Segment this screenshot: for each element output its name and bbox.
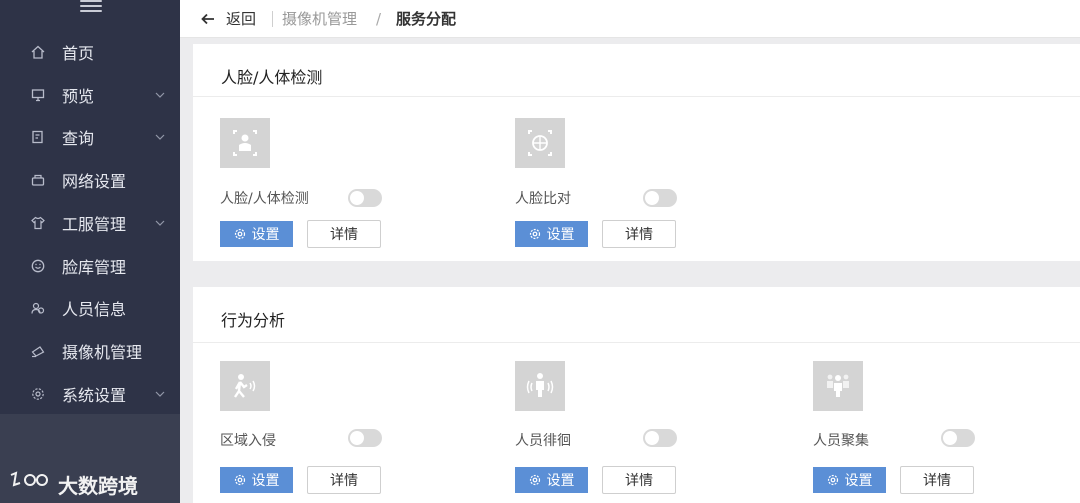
service-label: 区域入侵	[220, 433, 276, 449]
gear-icon	[529, 474, 540, 486]
sidebar-item-query[interactable]: 查询	[0, 116, 180, 158]
details-button-label: 详情	[923, 473, 951, 489]
back-button[interactable]: 返回	[226, 8, 256, 29]
sidebar-item-uniform[interactable]: 工服管理	[0, 202, 180, 244]
breadcrumb-service-allocation: 服务分配	[396, 10, 457, 28]
sidebar-item-label: 人员信息	[62, 300, 127, 319]
service-toggle[interactable]	[348, 429, 382, 447]
sidebar-item-label: 首页	[62, 44, 95, 63]
face-body-detect-icon	[220, 118, 270, 168]
settings-button-label: 设置	[546, 472, 575, 488]
brand-logo-icon	[10, 471, 48, 487]
service-crowd-gathering: 人员聚集 设置 详情	[813, 361, 1013, 501]
people-icon	[30, 300, 46, 316]
service-toggle[interactable]	[643, 429, 677, 447]
service-label: 人脸/人体检测	[220, 191, 309, 207]
network-icon	[30, 172, 46, 188]
details-button-label: 详情	[625, 473, 653, 489]
settings-button[interactable]: 设置	[515, 467, 588, 493]
details-button[interactable]: 详情	[307, 466, 381, 494]
settings-button-label: 设置	[251, 226, 280, 242]
back-arrow-icon[interactable]	[200, 11, 216, 27]
service-face-body-detection: 人脸/人体检测 设置 详情	[220, 118, 420, 248]
sidebar-item-preview[interactable]: 预览	[0, 74, 180, 116]
sidebar-item-personnel[interactable]: 人员信息	[0, 287, 180, 329]
divider	[193, 96, 1080, 97]
camera-icon	[30, 343, 46, 359]
service-area-intrusion: 区域入侵 设置 详情	[220, 361, 420, 501]
section-title: 行为分析	[221, 311, 286, 330]
chevron-down-icon	[155, 92, 165, 98]
sidebar-item-label: 摄像机管理	[62, 343, 143, 362]
smile-icon	[30, 258, 46, 274]
sidebar-item-label: 脸库管理	[62, 258, 127, 277]
details-button[interactable]: 详情	[900, 466, 974, 494]
settings-button[interactable]: 设置	[813, 467, 886, 493]
sidebar-item-label: 系统设置	[62, 386, 127, 405]
details-button-label: 详情	[625, 227, 653, 243]
loitering-icon	[515, 361, 565, 411]
gear-icon	[234, 474, 245, 486]
area-intrusion-icon	[220, 361, 270, 411]
settings-button-label: 设置	[251, 472, 280, 488]
document-search-icon	[30, 129, 46, 145]
chevron-down-icon	[155, 391, 165, 397]
gear-icon	[827, 474, 838, 486]
sidebar-item-network[interactable]: 网络设置	[0, 159, 180, 201]
service-toggle[interactable]	[348, 189, 382, 207]
details-button-label: 详情	[330, 473, 358, 489]
settings-button[interactable]: 设置	[220, 467, 293, 493]
details-button[interactable]: 详情	[307, 220, 381, 248]
details-button[interactable]: 详情	[602, 466, 676, 494]
face-compare-icon	[515, 118, 565, 168]
details-button[interactable]: 详情	[602, 220, 676, 248]
section-behavior-analysis: 行为分析 区域入侵 设置 详情 人员徘徊 设置 详情 人员聚集 设置 详情	[193, 287, 1080, 503]
monitor-icon	[30, 87, 46, 103]
crowd-icon	[813, 361, 863, 411]
brand-name: 大数跨境	[58, 473, 138, 498]
settings-button[interactable]: 设置	[515, 221, 588, 247]
service-label: 人员聚集	[813, 433, 869, 449]
service-face-comparison: 人脸比对 设置 详情	[515, 118, 715, 248]
sidebar-item-label: 查询	[62, 129, 95, 148]
breadcrumb-camera-management[interactable]: 摄像机管理	[282, 8, 357, 29]
details-button-label: 详情	[330, 227, 358, 243]
sidebar-item-camera[interactable]: 摄像机管理	[0, 330, 180, 372]
sidebar-item-label: 工服管理	[62, 215, 127, 234]
breadcrumb-separator: /	[376, 9, 382, 28]
service-label: 人脸比对	[515, 191, 571, 207]
service-loitering: 人员徘徊 设置 详情	[515, 361, 715, 501]
divider	[193, 342, 1080, 343]
service-toggle[interactable]	[643, 189, 677, 207]
shirt-icon	[30, 215, 46, 231]
home-icon	[30, 44, 46, 60]
sidebar-item-label: 网络设置	[62, 172, 127, 191]
brand-watermark: 大数跨境	[8, 470, 138, 498]
sidebar-item-system-settings[interactable]: 系统设置	[0, 373, 180, 415]
gear-icon	[234, 228, 245, 240]
chevron-down-icon	[155, 134, 165, 140]
settings-icon	[30, 386, 46, 402]
settings-button-label: 设置	[844, 472, 873, 488]
service-toggle[interactable]	[941, 429, 975, 447]
section-face-body-detection: 人脸/人体检测 人脸/人体检测 设置 详情 人脸比对 设置 详情	[193, 44, 1080, 261]
divider	[272, 11, 273, 27]
service-label: 人员徘徊	[515, 433, 571, 449]
top-bar: 返回 摄像机管理 / 服务分配	[180, 0, 1080, 38]
gear-icon	[529, 228, 540, 240]
menu-toggle-icon[interactable]	[80, 0, 102, 16]
sidebar-item-label: 预览	[62, 87, 95, 106]
sidebar: 首页 预览 查询 网络设置 工服管理 脸库管理 人员信息 摄像机管理 系统设置 …	[0, 0, 180, 503]
sidebar-item-face-library[interactable]: 脸库管理	[0, 245, 180, 287]
sidebar-item-home[interactable]: 首页	[0, 31, 180, 73]
settings-button-label: 设置	[546, 226, 575, 242]
section-title: 人脸/人体检测	[221, 68, 323, 87]
settings-button[interactable]: 设置	[220, 221, 293, 247]
chevron-down-icon	[155, 220, 165, 226]
